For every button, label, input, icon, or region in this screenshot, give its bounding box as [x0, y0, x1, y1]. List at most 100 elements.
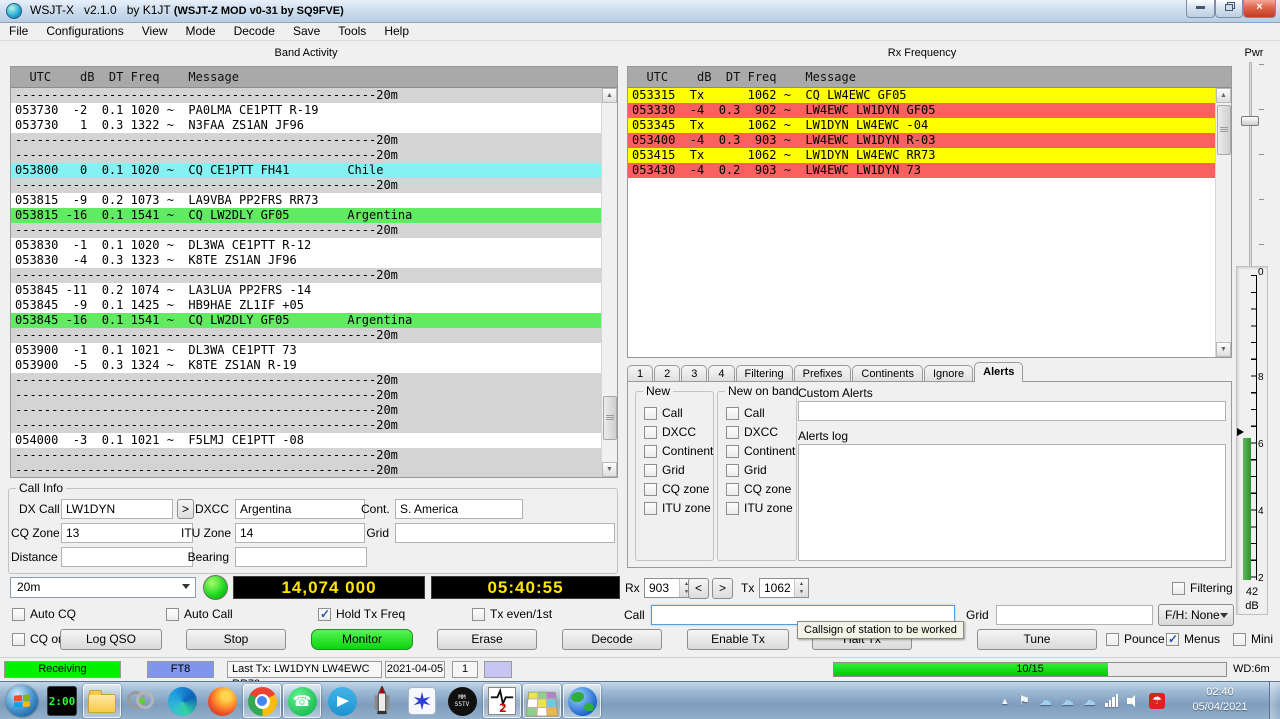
stop-button[interactable]: Stop [186, 629, 286, 650]
decode-row[interactable]: 053830 -4 0.3 1323 ~ K8TE ZS1AN JF96 [11, 253, 602, 268]
decode-row[interactable]: 054000 -3 0.1 1021 ~ F5LMJ CE1PTT -08 [11, 433, 602, 448]
tab[interactable]: Ignore [924, 365, 973, 382]
alert-checkbox[interactable]: Grid [644, 463, 713, 477]
enable-tx-button[interactable]: Enable Tx [687, 629, 789, 650]
alert-checkbox[interactable]: Continent [644, 444, 713, 458]
auto-call-checkbox[interactable]: Auto Call [166, 607, 233, 621]
taskbar-item-waveform-app[interactable]: 2 [483, 684, 521, 718]
menu-item[interactable]: Mode [177, 23, 225, 40]
pwr-slider-handle[interactable] [1241, 116, 1259, 126]
close-button[interactable]: × [1243, 0, 1276, 18]
menu-item[interactable]: Save [284, 23, 329, 40]
alert-checkbox[interactable]: ITU zone [726, 501, 795, 515]
menu-item[interactable]: Help [375, 23, 418, 40]
rx-to-tx-right-button[interactable]: > [712, 578, 733, 599]
cloud-sync-icon[interactable]: ☁↑ [1039, 694, 1052, 708]
decode-row[interactable]: 053415 Tx 1062 ~ LW1DYN LW4EWC RR73 [628, 148, 1216, 163]
decode-row[interactable]: ----------------------------------------… [11, 268, 602, 283]
tray-expand-icon[interactable]: ▲ [1000, 694, 1009, 708]
taskbar-item-clock-widget[interactable]: 2:00 [43, 684, 81, 718]
alert-checkbox[interactable]: Call [644, 406, 713, 420]
mini-checkbox[interactable]: Mini [1233, 632, 1273, 646]
decode-row[interactable]: ----------------------------------------… [11, 178, 602, 193]
tab[interactable]: Alerts [974, 362, 1023, 382]
monitor-button[interactable]: Monitor [311, 629, 413, 650]
decode-row[interactable]: ----------------------------------------… [11, 403, 602, 418]
decode-row[interactable]: 053845 -16 0.1 1541 ~ CQ LW2DLY GF05 Arg… [11, 313, 602, 328]
taskbar-item-chrome[interactable] [243, 684, 281, 718]
bearing-field[interactable] [235, 547, 367, 567]
band-select[interactable]: 20m [10, 577, 196, 598]
grid-info-field[interactable] [395, 523, 615, 543]
hold-tx-freq-checkbox[interactable]: Hold Tx Freq [318, 607, 405, 621]
decode-row[interactable]: 053830 -1 0.1 1020 ~ DL3WA CE1PTT R-12 [11, 238, 602, 253]
menus-checkbox[interactable]: Menus [1166, 632, 1220, 646]
band-activity-scrollbar[interactable]: ▲ ▼ [601, 88, 617, 477]
taskbar-item-telegram[interactable] [323, 684, 361, 718]
start-button[interactable] [3, 684, 41, 718]
alert-checkbox[interactable]: Grid [726, 463, 795, 477]
tab[interactable]: Filtering [736, 365, 793, 382]
action-center-flag-icon[interactable]: ⚑ [1018, 694, 1030, 708]
decode-row[interactable]: ----------------------------------------… [11, 448, 602, 463]
decode-row[interactable]: 053800 0 0.1 1020 ~ CQ CE1PTT FH41 Chile [11, 163, 602, 178]
decode-row[interactable]: ----------------------------------------… [11, 418, 602, 433]
tune-button[interactable]: Tune [977, 629, 1097, 650]
taskbar-item-firefox[interactable] [203, 684, 241, 718]
cq-zone-field[interactable] [61, 523, 193, 543]
decode-row[interactable]: ----------------------------------------… [11, 373, 602, 388]
decode-row[interactable]: 053330 -4 0.3 902 ~ LW4EWC LW1DYN GF05 [628, 103, 1216, 118]
cont-field[interactable] [395, 499, 523, 519]
alerts-log-textarea[interactable] [798, 444, 1226, 561]
alert-checkbox[interactable]: Continent [726, 444, 795, 458]
decode-row[interactable]: ----------------------------------------… [11, 388, 602, 403]
decode-row[interactable]: ----------------------------------------… [11, 148, 602, 163]
decode-row[interactable]: 053900 -5 0.3 1324 ~ K8TE ZS1AN R-19 [11, 358, 602, 373]
spinner-arrows-icon[interactable]: ▲▼ [794, 579, 808, 597]
decode-row[interactable]: 053400 -4 0.3 903 ~ LW4EWC LW1DYN R-03 [628, 133, 1216, 148]
menu-item[interactable]: Configurations [37, 23, 132, 40]
taskbar-item-grid-map-app[interactable] [523, 684, 561, 718]
decode-row[interactable]: 053730 -2 0.1 1020 ~ PA0LMA CE1PTT R-19 [11, 103, 602, 118]
alert-checkbox[interactable]: DXCC [644, 425, 713, 439]
tab[interactable]: Continents [852, 365, 923, 382]
log-qso-button[interactable]: Log QSO [60, 629, 162, 650]
decode-row[interactable]: 053845 -9 0.1 1425 ~ HB9HAE ZL1IF +05 [11, 298, 602, 313]
erase-button[interactable]: Erase [437, 629, 537, 650]
minimize-button[interactable] [1186, 0, 1215, 18]
scroll-down-icon[interactable]: ▼ [1216, 342, 1231, 357]
decode-row[interactable]: ----------------------------------------… [11, 133, 602, 148]
decode-row[interactable]: 053345 Tx 1062 ~ LW1DYN LW4EWC -04 [628, 118, 1216, 133]
alert-checkbox[interactable]: Call [726, 406, 795, 420]
scroll-up-icon[interactable]: ▲ [1216, 88, 1231, 103]
cloud-sync-icon[interactable]: ☁↑ [1061, 694, 1074, 708]
avira-antivirus-icon[interactable]: ☂ [1149, 693, 1165, 709]
tab[interactable]: Prefixes [794, 365, 852, 382]
grid-input[interactable] [996, 605, 1153, 625]
tab[interactable]: 2 [654, 365, 680, 382]
decode-button[interactable]: Decode [562, 629, 662, 650]
auto-cq-checkbox[interactable]: Auto CQ [12, 607, 76, 621]
scrollbar-thumb[interactable] [1217, 105, 1231, 155]
decode-row[interactable]: ----------------------------------------… [11, 223, 602, 238]
network-signal-icon[interactable] [1105, 695, 1118, 707]
filtering-checkbox[interactable]: Filtering [1172, 581, 1233, 595]
dxcc-field[interactable] [235, 499, 365, 519]
decode-row[interactable]: 053900 -1 0.1 1021 ~ DL3WA CE1PTT 73 [11, 343, 602, 358]
taskbar-item-globe-app[interactable] [563, 684, 601, 718]
custom-alerts-input[interactable] [798, 401, 1226, 421]
alert-checkbox[interactable]: CQ zone [644, 482, 713, 496]
distance-field[interactable] [61, 547, 193, 567]
dx-call-expand-button[interactable]: > [177, 499, 194, 519]
decode-row[interactable]: 053845 -11 0.2 1074 ~ LA3LUA PP2FRS -14 [11, 283, 602, 298]
volume-icon[interactable] [1127, 695, 1140, 707]
menu-item[interactable]: Tools [329, 23, 375, 40]
fh-mode-select[interactable]: F/H: None [1158, 604, 1234, 626]
menu-item[interactable]: View [133, 23, 177, 40]
scroll-down-icon[interactable]: ▼ [602, 462, 617, 477]
show-desktop-button[interactable] [1269, 682, 1280, 719]
taskbar-item-file-explorer[interactable] [83, 684, 121, 718]
taskbar-item-space-shuttle-app[interactable] [363, 684, 401, 718]
decode-row[interactable]: 053815 -9 0.2 1073 ~ LA9VBA PP2FRS RR73 [11, 193, 602, 208]
restore-button[interactable] [1215, 0, 1243, 18]
